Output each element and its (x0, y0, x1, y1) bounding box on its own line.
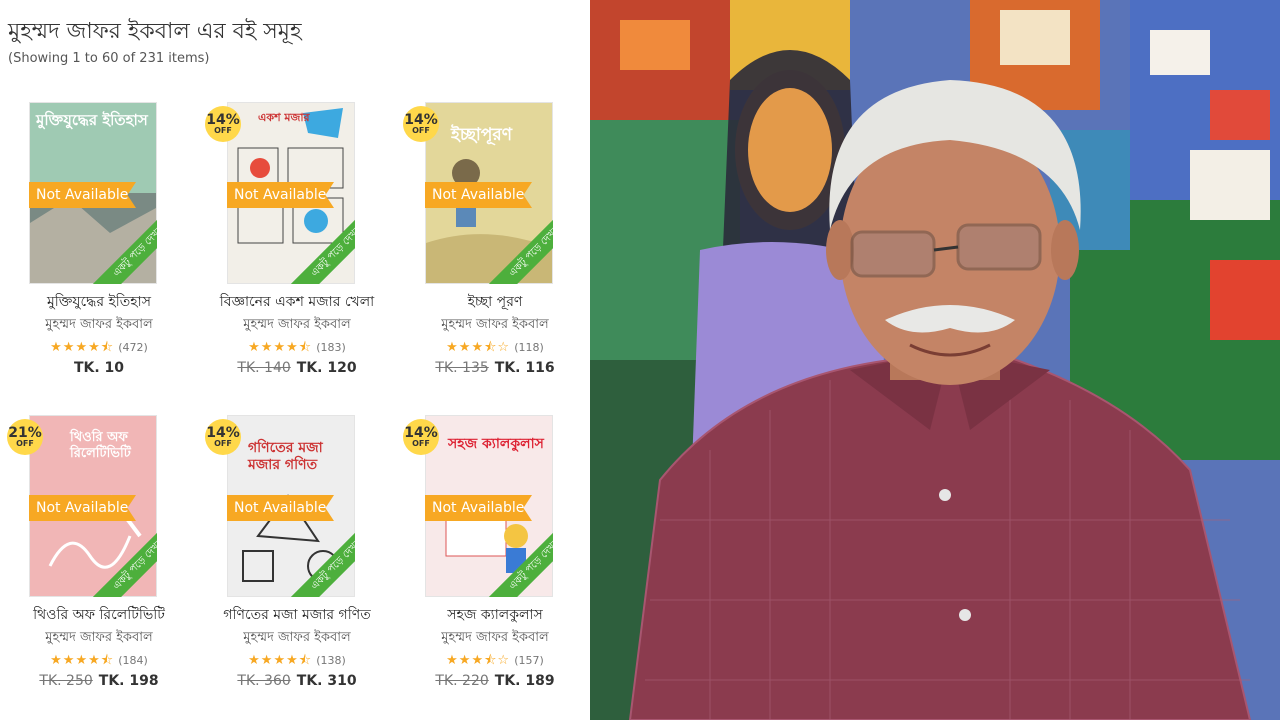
rating-count: (157) (514, 654, 544, 667)
not-available-tag: Not Available (425, 182, 532, 208)
book-price: TK. 360 TK. 310 (198, 673, 396, 689)
current-price: TK. 189 (494, 673, 555, 689)
author-portrait (590, 0, 1280, 720)
book-author[interactable]: মুহম্মদ জাফর ইকবাল (198, 315, 396, 336)
rating-count: (472) (118, 341, 148, 354)
current-price: TK. 10 (73, 360, 125, 376)
current-price: TK. 198 (98, 673, 159, 689)
star-rating-icon: ★★★★⯪ (50, 340, 115, 355)
not-available-tag: Not Available (227, 495, 334, 521)
page-title: মুহম্মদ জাফর ইকবাল এর বই সমূহ (8, 19, 302, 44)
book-title[interactable]: থিওরি অফ রিলেটিভিটি (0, 603, 198, 627)
book-rating: ★★★★⯪ (138) (198, 651, 396, 673)
book-card[interactable]: ইচ্ছাপূরণ 14% OFF Not Available একটু পড়ে… (396, 102, 590, 392)
old-price: TK. 360 (237, 673, 291, 689)
book-rating: ★★★★⯪ (472) (0, 338, 198, 360)
not-available-tag: Not Available (227, 182, 334, 208)
book-rating: ★★★★⯪ (183) (198, 338, 396, 360)
book-card[interactable]: গণিতের মজা মজার গণিত 14% OFF Not Availabl… (198, 415, 396, 705)
cover-title-text: থিওরি অফ রিলেটিভিটি (70, 430, 131, 461)
old-price: TK. 135 (435, 360, 489, 376)
book-card[interactable]: থিওরি অফ রিলেটিভিটি 21% OFF Not Available… (0, 415, 198, 705)
cover-title-text: ইচ্ছাপূরণ (451, 125, 513, 145)
discount-badge: 14% OFF (403, 106, 439, 142)
book-author[interactable]: মুহম্মদ জাফর ইকবাল (198, 628, 396, 649)
book-title[interactable]: মুক্তিযুদ্ধের ইতিহাস (0, 290, 198, 314)
book-price: TK. 250 TK. 198 (0, 673, 198, 689)
current-price: TK. 116 (494, 360, 555, 376)
cover-title-text: একশ মজার (258, 111, 310, 124)
book-title[interactable]: বিজ্ঞানের একশ মজার খেলা (198, 290, 396, 314)
current-price: TK. 120 (296, 360, 357, 376)
book-title[interactable]: ইচ্ছা পূরণ (396, 290, 590, 314)
discount-badge: 21% OFF (7, 419, 43, 455)
discount-badge: 14% OFF (205, 419, 241, 455)
book-rating: ★★★⯪☆ (157) (396, 651, 590, 673)
star-rating-icon: ★★★⯪☆ (446, 340, 511, 355)
star-rating-icon: ★★★★⯪ (248, 340, 313, 355)
portrait-illustration (590, 0, 1280, 720)
not-available-tag: Not Available (425, 495, 532, 521)
rating-count: (138) (316, 654, 346, 667)
star-rating-icon: ★★★⯪☆ (446, 653, 511, 668)
cover-title-text: সহজ ক্যালকুলাস (448, 436, 544, 452)
book-price: TK. 10 (0, 360, 198, 376)
rating-count: (118) (514, 341, 544, 354)
book-listing-panel: মুহম্মদ জাফর ইকবাল এর বই সমূহ (Showing 1… (0, 0, 590, 720)
star-rating-icon: ★★★★⯪ (50, 653, 115, 668)
book-price: TK. 140 TK. 120 (198, 360, 396, 376)
book-author[interactable]: মুহম্মদ জাফর ইকবাল (0, 315, 198, 336)
results-count: (Showing 1 to 60 of 231 items) (8, 51, 210, 66)
rating-count: (184) (118, 654, 148, 667)
book-price: TK. 220 TK. 189 (396, 673, 590, 689)
old-price: TK. 140 (237, 360, 291, 376)
rating-count: (183) (316, 341, 346, 354)
not-available-tag: Not Available (29, 495, 136, 521)
book-title[interactable]: সহজ ক্যালকুলাস (396, 603, 590, 627)
discount-badge: 14% OFF (403, 419, 439, 455)
book-author[interactable]: মুহম্মদ জাফর ইকবাল (396, 315, 590, 336)
book-title[interactable]: গণিতের মজা মজার গণিত (198, 603, 396, 627)
not-available-tag: Not Available (29, 182, 136, 208)
book-card[interactable]: মুক্তিযুদ্ধের ইতিহাস Not Available একটু … (0, 102, 198, 392)
book-card[interactable]: সহজ ক্যালকুলাস 14% OFF Not Available একটু… (396, 415, 590, 705)
discount-badge: 14% OFF (205, 106, 241, 142)
book-price: TK. 135 TK. 116 (396, 360, 590, 376)
book-rating: ★★★★⯪ (184) (0, 651, 198, 673)
book-author[interactable]: মুহম্মদ জাফর ইকবাল (0, 628, 198, 649)
cover-title-text: মুক্তিযুদ্ধের ইতিহাস (36, 111, 148, 129)
star-rating-icon: ★★★★⯪ (248, 653, 313, 668)
old-price: TK. 250 (39, 673, 93, 689)
old-price: TK. 220 (435, 673, 489, 689)
current-price: TK. 310 (296, 673, 357, 689)
cover-title-text: গণিতের মজা মজার গণিত (248, 440, 323, 473)
book-card[interactable]: একশ মজার 14% OFF Not Available একটু পড়ে … (198, 102, 396, 392)
book-author[interactable]: মুহম্মদ জাফর ইকবাল (396, 628, 590, 649)
book-rating: ★★★⯪☆ (118) (396, 338, 590, 360)
